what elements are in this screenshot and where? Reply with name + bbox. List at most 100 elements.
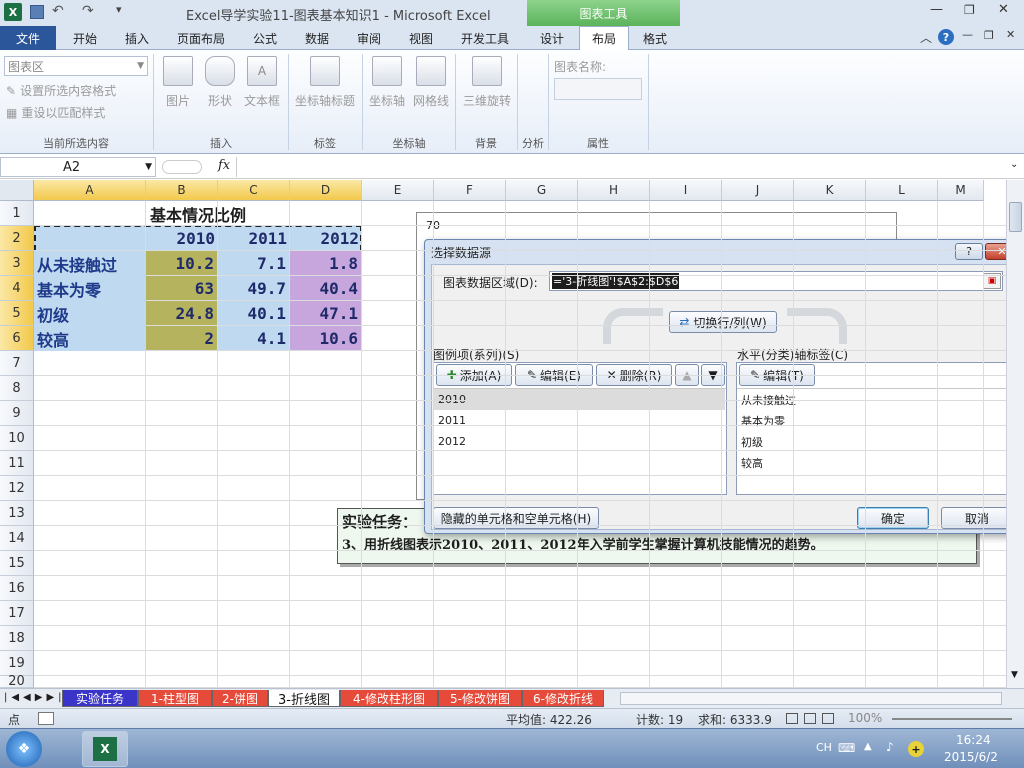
row-header[interactable]: 18 <box>0 626 34 651</box>
fx-button[interactable]: fx <box>218 158 230 173</box>
excel-taskbar-button[interactable]: X <box>82 731 128 767</box>
sheet-tab[interactable]: 实验任务 <box>62 690 138 707</box>
tab-formulas[interactable]: 公式 <box>240 26 290 50</box>
tray-arrow-icon[interactable]: ▲ <box>864 741 872 752</box>
row-header[interactable]: 11 <box>0 451 34 476</box>
sheet-tab[interactable]: 5-修改饼图 <box>438 690 522 707</box>
ribbon-collapse-icon[interactable]: ︿ <box>920 29 932 46</box>
category-item[interactable]: 基本为零 <box>737 410 1013 431</box>
formula-expand-icon[interactable]: ⌄ <box>1010 159 1018 170</box>
column-header[interactable]: E <box>362 180 434 201</box>
row-header[interactable]: 1 <box>0 201 34 226</box>
undo-icon[interactable]: ↶ <box>52 3 64 19</box>
gridlines-button[interactable]: 网格线 <box>410 56 452 126</box>
close-window-button[interactable]: ✕ <box>998 2 1009 17</box>
row-header[interactable]: 20 <box>0 674 34 689</box>
zoom-slider[interactable] <box>892 718 1012 720</box>
tab-home[interactable]: 开始 <box>60 26 110 50</box>
volume-icon[interactable]: ♪ <box>886 740 894 754</box>
keyboard-icon[interactable]: ⌨ <box>838 741 855 755</box>
tab-view[interactable]: 视图 <box>396 26 446 50</box>
tab-data[interactable]: 数据 <box>292 26 342 50</box>
doc-close-button[interactable]: ✕ <box>1006 28 1015 41</box>
sheet-nav-arrows[interactable]: |◀◀▶▶| <box>4 692 66 703</box>
doc-restore-button[interactable]: ❐ <box>984 29 994 42</box>
tab-page-layout[interactable]: 页面布局 <box>170 26 232 50</box>
view-page-layout-icon[interactable] <box>804 713 816 724</box>
column-header[interactable]: H <box>578 180 650 201</box>
tab-layout[interactable]: 布局 <box>579 26 629 50</box>
tab-design[interactable]: 设计 <box>527 26 577 50</box>
tab-review[interactable]: 审阅 <box>344 26 394 50</box>
name-box[interactable]: A2 ▼ <box>0 157 156 177</box>
help-icon[interactable]: ? <box>938 29 954 45</box>
row-header[interactable]: 5 <box>0 301 34 326</box>
chart-name-input[interactable] <box>554 78 642 100</box>
axis-button[interactable]: 坐标轴 <box>366 56 408 126</box>
row-header[interactable]: 4 <box>0 276 34 301</box>
column-header[interactable]: B <box>146 180 218 201</box>
horizontal-scrollbar[interactable] <box>620 692 1002 705</box>
axis-title-button[interactable]: 坐标轴标题 <box>292 56 358 126</box>
zoom-level[interactable]: 100% <box>848 711 882 725</box>
sheet-tab[interactable]: 6-修改折线 <box>522 690 604 707</box>
column-header[interactable]: F <box>434 180 506 201</box>
formula-input[interactable] <box>236 157 1006 177</box>
column-header[interactable]: G <box>506 180 578 201</box>
row-header[interactable]: 9 <box>0 401 34 426</box>
save-icon[interactable] <box>30 5 44 19</box>
row-header[interactable]: 6 <box>0 326 34 351</box>
category-item[interactable]: 初级 <box>737 431 1013 452</box>
row-header[interactable]: 16 <box>0 576 34 601</box>
row-header[interactable]: 7 <box>0 351 34 376</box>
column-header[interactable]: C <box>218 180 290 201</box>
column-header[interactable]: I <box>650 180 722 201</box>
vertical-scrollbar[interactable]: ▼ <box>1006 180 1024 688</box>
series-item-2011[interactable]: 2011 <box>434 410 725 431</box>
sheet-tab[interactable]: 2-饼图 <box>212 690 268 707</box>
scroll-down-icon[interactable]: ▼ <box>1011 670 1018 680</box>
view-page-break-icon[interactable] <box>822 713 834 724</box>
select-all-corner[interactable] <box>0 180 34 201</box>
row-header[interactable]: 3 <box>0 251 34 276</box>
restore-button[interactable]: ❐ <box>964 3 975 17</box>
row-header[interactable]: 8 <box>0 376 34 401</box>
view-normal-icon[interactable] <box>786 713 798 724</box>
row-header[interactable]: 17 <box>0 601 34 626</box>
doc-minimize-button[interactable]: — <box>962 28 973 41</box>
tray-app-icon[interactable]: + <box>908 741 924 757</box>
textbox-button[interactable]: A 文本框 <box>242 56 282 126</box>
category-item[interactable]: 较高 <box>737 452 1013 473</box>
dialog-help-button[interactable]: ? <box>955 243 983 260</box>
tab-file[interactable]: 文件 <box>0 26 56 50</box>
row-header[interactable]: 14 <box>0 526 34 551</box>
row-header[interactable]: 13 <box>0 501 34 526</box>
row-header[interactable]: 12 <box>0 476 34 501</box>
qat-dropdown-icon[interactable]: ▾ <box>116 3 122 16</box>
range-input[interactable]: ='3-折线图'!$A$2:$D$6 <box>549 271 1003 291</box>
chart-element-dropdown[interactable]: 图表区 ▼ <box>4 56 148 76</box>
tab-insert[interactable]: 插入 <box>112 26 162 50</box>
column-header[interactable]: K <box>794 180 866 201</box>
macro-record-icon[interactable] <box>38 712 54 725</box>
taskbar-lang[interactable]: CH <box>816 741 832 754</box>
row-header[interactable]: 15 <box>0 551 34 576</box>
picture-button[interactable]: 图片 <box>160 56 196 116</box>
sheet-tab[interactable]: 1-柱型图 <box>138 690 212 707</box>
series-item-2012[interactable]: 2012 <box>434 431 725 452</box>
tab-developer[interactable]: 开发工具 <box>452 26 518 50</box>
shapes-button[interactable]: 形状 <box>200 56 240 126</box>
column-header[interactable]: A <box>34 180 146 201</box>
format-selection-button[interactable]: ✎ 设置所选内容格式 <box>6 82 116 99</box>
excel-logo-icon[interactable]: X <box>4 3 22 21</box>
column-header[interactable]: L <box>866 180 938 201</box>
minimize-button[interactable]: — <box>930 2 943 17</box>
row-header[interactable]: 10 <box>0 426 34 451</box>
redo-icon[interactable]: ↷ <box>82 3 94 19</box>
rotation-3d-button[interactable]: 三维旋转 <box>460 56 514 116</box>
column-header[interactable]: J <box>722 180 794 201</box>
column-header[interactable]: M <box>938 180 984 201</box>
tab-format[interactable]: 格式 <box>630 26 680 50</box>
row-header[interactable]: 19 <box>0 651 34 676</box>
start-button[interactable]: ❖ <box>6 731 42 767</box>
